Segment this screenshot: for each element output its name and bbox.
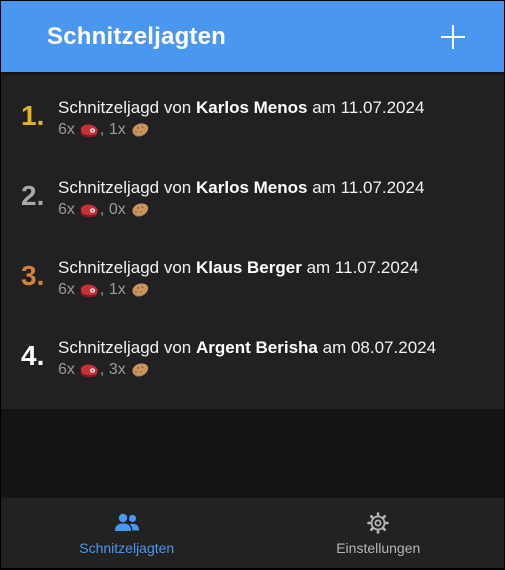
entry-body: Schnitzeljagd von Karlos Menos am 11.07.… bbox=[58, 166, 424, 220]
entry-date-prefix: am bbox=[312, 178, 336, 197]
list-item[interactable]: 4. Schnitzeljagd von Argent Berisha am 08… bbox=[1, 326, 504, 406]
entry-prefix: Schnitzeljagd von bbox=[58, 98, 192, 117]
gear-icon bbox=[365, 510, 391, 536]
app-header: Schnitzeljagten bbox=[1, 1, 504, 72]
entry-prefix: Schnitzeljagd von bbox=[58, 338, 192, 357]
meat-count: 6x bbox=[58, 121, 75, 138]
entry-date: 11.07.2024 bbox=[334, 258, 419, 277]
app-window: Schnitzeljagten 1. Schnitzeljagd von Karl… bbox=[1, 1, 504, 568]
entry-date: 11.07.2024 bbox=[340, 98, 425, 117]
page-title: Schnitzeljagten bbox=[47, 22, 227, 50]
entry-body: Schnitzeljagd von Argent Berisha am 08.0… bbox=[58, 326, 436, 380]
potato-count: 1x bbox=[108, 121, 126, 138]
count-separator: , bbox=[99, 121, 105, 138]
meat-count: 6x bbox=[58, 361, 75, 378]
count-separator: , bbox=[99, 281, 105, 298]
rank-number: 2. bbox=[21, 180, 45, 211]
entry-author: Karlos Menos bbox=[196, 178, 308, 197]
plus-icon bbox=[441, 24, 465, 49]
nav-item-schnitzeljagten[interactable]: Schnitzeljagten bbox=[1, 498, 253, 568]
list-item[interactable]: 1. Schnitzeljagd von Karlos Menos am 11.0… bbox=[1, 86, 504, 166]
nav-item-einstellungen[interactable]: Einstellungen bbox=[253, 498, 505, 568]
entry-date-prefix: am bbox=[312, 98, 336, 117]
bottom-navigation: Schnitzeljagten Einstellungen bbox=[1, 498, 504, 568]
potato-count: 0x bbox=[108, 201, 126, 218]
rank-number: 3. bbox=[21, 260, 45, 291]
meat-count: 6x bbox=[58, 201, 75, 218]
entry-counts: 6x, 1x bbox=[58, 120, 424, 140]
list-item[interactable]: 2. Schnitzeljagd von Karlos Menos am 11.0… bbox=[1, 166, 504, 246]
entry-author: Argent Berisha bbox=[196, 338, 318, 357]
entry-title: Schnitzeljagd von Klaus Berger am 11.07.… bbox=[58, 258, 419, 278]
meat-emoji-icon bbox=[80, 204, 98, 218]
entry-body: Schnitzeljagd von Klaus Berger am 11.07.… bbox=[58, 246, 419, 300]
count-separator: , bbox=[99, 361, 105, 378]
hunt-list: 1. Schnitzeljagd von Karlos Menos am 11.0… bbox=[1, 72, 504, 409]
entry-date: 08.07.2024 bbox=[350, 338, 437, 357]
entry-title: Schnitzeljagd von Karlos Menos am 11.07.… bbox=[58, 98, 424, 118]
entry-date-prefix: am bbox=[306, 258, 331, 277]
meat-emoji-icon bbox=[80, 124, 98, 138]
potato-emoji-icon bbox=[132, 363, 148, 377]
entry-body: Schnitzeljagd von Karlos Menos am 11.07.… bbox=[58, 86, 424, 140]
entry-prefix: Schnitzeljagd von bbox=[58, 258, 192, 277]
entry-prefix: Schnitzeljagd von bbox=[58, 178, 192, 197]
potato-emoji-icon bbox=[132, 203, 148, 217]
entry-author: Klaus Berger bbox=[196, 258, 302, 277]
potato-emoji-icon bbox=[132, 283, 148, 297]
entry-title: Schnitzeljagd von Karlos Menos am 11.07.… bbox=[58, 178, 424, 198]
entry-counts: 6x, 3x bbox=[58, 360, 436, 380]
people-icon bbox=[114, 510, 140, 536]
entry-counts: 6x, 1x bbox=[58, 280, 419, 300]
add-button[interactable] bbox=[438, 22, 468, 52]
nav-label-einstellungen: Einstellungen bbox=[336, 540, 421, 556]
potato-count: 1x bbox=[108, 281, 126, 298]
entry-date: 11.07.2024 bbox=[340, 178, 425, 197]
potato-count: 3x bbox=[108, 361, 126, 378]
potato-emoji-icon bbox=[132, 123, 148, 137]
rank-number: 4. bbox=[21, 340, 45, 371]
entry-author: Karlos Menos bbox=[196, 98, 308, 117]
meat-emoji-icon bbox=[80, 364, 98, 378]
nav-label-schnitzeljagten: Schnitzeljagten bbox=[79, 540, 175, 556]
entry-counts: 6x, 0x bbox=[58, 200, 424, 220]
meat-emoji-icon bbox=[80, 284, 98, 298]
count-separator: , bbox=[99, 201, 105, 218]
entry-date-prefix: am bbox=[322, 338, 347, 357]
entry-title: Schnitzeljagd von Argent Berisha am 08.0… bbox=[58, 338, 436, 358]
rank-number: 1. bbox=[21, 100, 45, 131]
meat-count: 6x bbox=[58, 281, 75, 298]
list-item[interactable]: 3. Schnitzeljagd von Klaus Berger am 11.0… bbox=[1, 246, 504, 326]
